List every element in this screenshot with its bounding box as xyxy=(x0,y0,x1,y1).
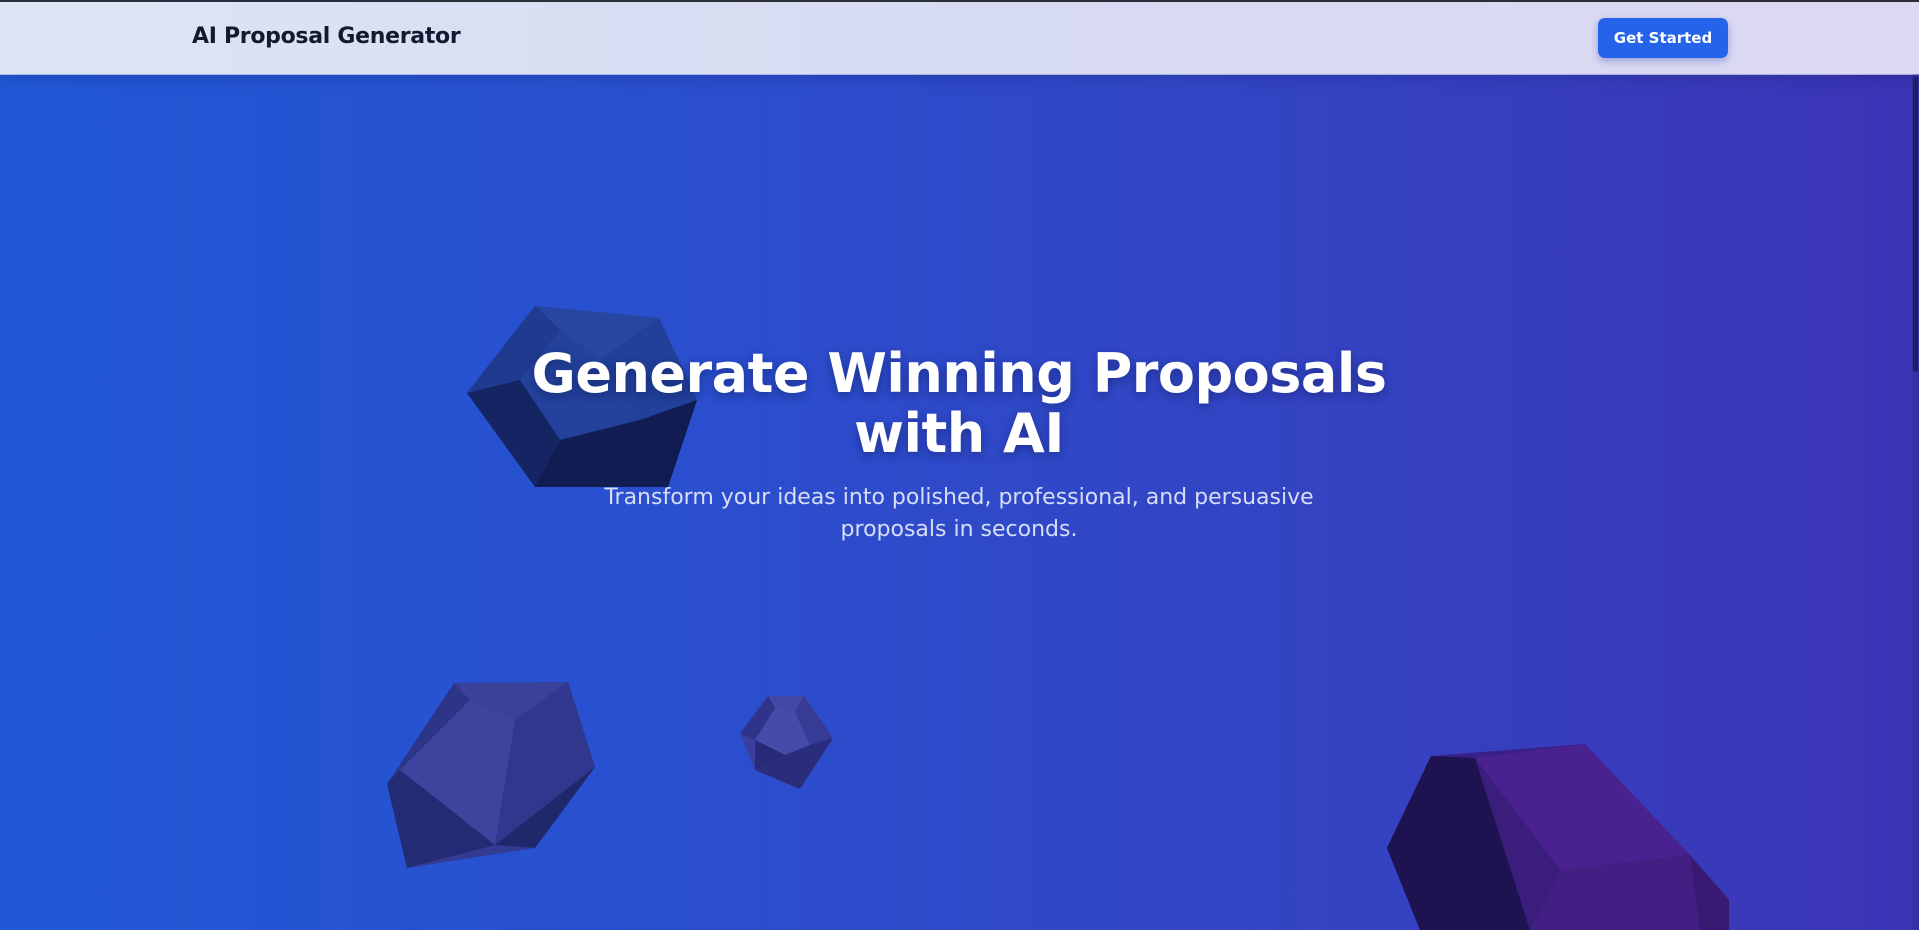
hero-title: Generate Winning Proposals with AI xyxy=(531,342,1387,465)
window-top-border xyxy=(0,0,1919,2)
vertical-scrollbar[interactable] xyxy=(1912,74,1919,930)
purple-polyhedron xyxy=(1387,744,1729,930)
navbar: AI Proposal Generator Get Started xyxy=(0,2,1919,74)
landing-page: AI Proposal Generator Get Started Genera… xyxy=(0,0,1919,930)
hero-subtitle: Transform your ideas into polished, prof… xyxy=(604,485,1314,542)
scrollbar-thumb[interactable] xyxy=(1913,76,1918,372)
small-indigo-polyhedron xyxy=(740,696,833,789)
indigo-polyhedron xyxy=(387,682,595,868)
get-started-button[interactable]: Get Started xyxy=(1598,18,1728,58)
brand-logo-text[interactable]: AI Proposal Generator xyxy=(192,24,461,49)
hero-section: Generate Winning Proposals with AI Trans… xyxy=(459,344,1459,546)
